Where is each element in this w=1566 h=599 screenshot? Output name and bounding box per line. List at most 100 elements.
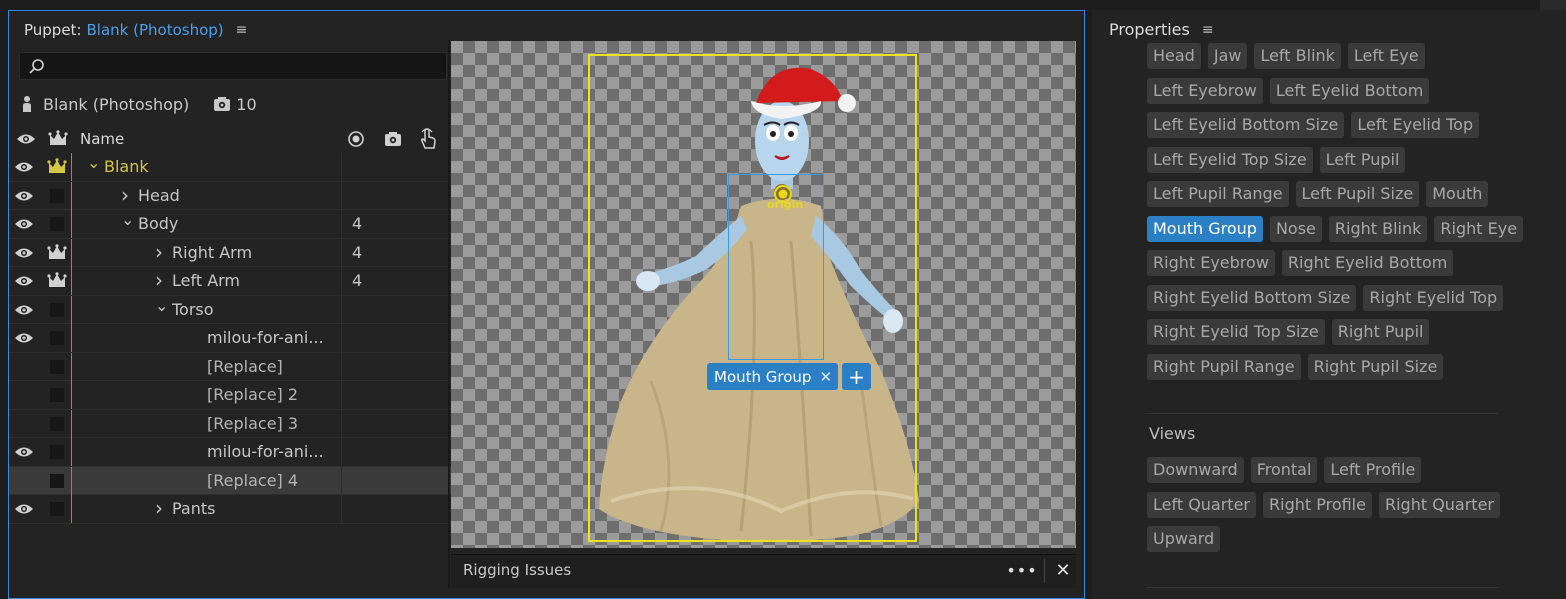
tag-left-eye[interactable]: Left Eye <box>1347 43 1425 69</box>
tag-jaw[interactable]: Jaw <box>1207 43 1248 69</box>
visibility-eye-icon[interactable] <box>11 153 37 181</box>
column-separator <box>341 495 342 523</box>
crown-icon[interactable] <box>45 267 69 295</box>
collapse-chevron-icon[interactable]: ⌄ <box>121 210 134 238</box>
visibility-toggle[interactable] <box>11 381 37 409</box>
independent-toggle[interactable] <box>45 381 69 409</box>
puppet-canvas[interactable]: origin Mouth Group ✕ + <box>451 41 1076 548</box>
visibility-toggle[interactable] <box>11 410 37 438</box>
tag-nose[interactable]: Nose <box>1269 215 1322 242</box>
tag-left-quarter[interactable]: Left Quarter <box>1147 491 1256 518</box>
tag-left-pupil-range[interactable]: Left Pupil Range <box>1147 181 1289 207</box>
layer-row[interactable]: ⌄ Blank <box>9 153 456 182</box>
independent-toggle[interactable] <box>45 182 69 210</box>
tag-frontal[interactable]: Frontal <box>1250 457 1318 483</box>
layer-row[interactable]: › Left Arm 4 <box>9 267 456 296</box>
tag-mouth[interactable]: Mouth <box>1426 181 1489 207</box>
panel-menu-icon[interactable]: ≡ <box>236 22 248 38</box>
tag-left-eyelid-bottom-size[interactable]: Left Eyelid Bottom Size <box>1147 112 1345 138</box>
tag-right-profile[interactable]: Right Profile <box>1263 491 1372 518</box>
tag-left-pupil[interactable]: Left Pupil <box>1319 146 1406 173</box>
tag-left-eyebrow[interactable]: Left Eyebrow <box>1147 77 1263 104</box>
independent-toggle[interactable] <box>45 438 69 466</box>
column-separator <box>341 210 342 238</box>
search-input[interactable] <box>50 56 430 76</box>
layer-row[interactable]: [Replace] 3 <box>9 409 456 438</box>
visibility-toggle[interactable] <box>11 353 37 381</box>
name-column-header[interactable]: Name <box>80 125 124 153</box>
tag-right-eye[interactable]: Right Eye <box>1434 215 1524 242</box>
layer-row[interactable]: milou-for-ani... <box>9 324 456 353</box>
crown-icon[interactable] <box>45 239 69 267</box>
tag-left-eyelid-top[interactable]: Left Eyelid Top <box>1351 112 1480 138</box>
layer-row[interactable]: [Replace] 2 <box>9 381 456 410</box>
layer-row[interactable]: ⌄ Body 4 <box>9 210 456 239</box>
hierarchy-line <box>71 352 72 381</box>
tag-right-eyebrow[interactable]: Right Eyebrow <box>1147 250 1275 276</box>
add-tag-button[interactable]: + <box>842 363 871 390</box>
tag-left-pupil-size[interactable]: Left Pupil Size <box>1295 181 1420 207</box>
visibility-eye-icon[interactable] <box>11 182 37 210</box>
tag-head[interactable]: Head <box>1147 43 1201 69</box>
camera-column-icon[interactable] <box>382 125 404 153</box>
eye-column-icon[interactable] <box>13 125 39 153</box>
layer-row[interactable]: milou-for-ani... <box>9 438 456 467</box>
tag-left-eyelid-bottom[interactable]: Left Eyelid Bottom <box>1269 77 1430 104</box>
layer-row[interactable]: › Right Arm 4 <box>9 238 456 267</box>
close-icon[interactable]: ✕ <box>1053 558 1073 582</box>
tag-right-pupil[interactable]: Right Pupil <box>1331 319 1430 345</box>
handle-tag-mouth-group[interactable]: Mouth Group ✕ <box>707 363 839 390</box>
visibility-eye-icon[interactable] <box>11 239 37 267</box>
independent-toggle[interactable] <box>45 410 69 438</box>
layer-row[interactable]: › Head <box>9 181 456 210</box>
layer-row[interactable]: [Replace] 4 <box>9 466 456 495</box>
independent-toggle[interactable] <box>45 324 69 352</box>
independent-toggle[interactable] <box>45 296 69 324</box>
independent-toggle[interactable] <box>45 495 69 523</box>
visibility-eye-icon[interactable] <box>11 495 37 523</box>
tag-left-eyelid-top-size[interactable]: Left Eyelid Top Size <box>1147 146 1313 173</box>
tag-right-pupil-size[interactable]: Right Pupil Size <box>1307 353 1444 380</box>
expand-chevron-icon[interactable]: › <box>155 267 163 295</box>
independent-toggle[interactable] <box>45 353 69 381</box>
panel-splitter[interactable] <box>448 40 450 588</box>
tag-downward[interactable]: Downward <box>1147 457 1244 483</box>
tag-mouth-group[interactable]: Mouth Group <box>1147 215 1263 242</box>
search-field[interactable] <box>19 52 447 80</box>
tag-left-blink[interactable]: Left Blink <box>1254 43 1341 69</box>
panel-menu-icon[interactable]: ≡ <box>1202 22 1214 38</box>
tag-right-eyelid-bottom-size[interactable]: Right Eyelid Bottom Size <box>1147 284 1357 311</box>
layer-row[interactable]: ⌄ Torso <box>9 295 456 324</box>
touch-column-icon[interactable] <box>417 125 439 153</box>
puppet-doc-name[interactable]: Blank (Photoshop) <box>87 21 224 39</box>
expand-chevron-icon[interactable]: › <box>155 495 163 523</box>
tag-right-blink[interactable]: Right Blink <box>1328 215 1428 242</box>
origin-column-icon[interactable] <box>345 125 367 153</box>
tag-right-eyelid-top-size[interactable]: Right Eyelid Top Size <box>1147 319 1325 345</box>
visibility-eye-icon[interactable] <box>11 438 37 466</box>
visibility-eye-icon[interactable] <box>11 267 37 295</box>
tag-upward[interactable]: Upward <box>1147 526 1221 552</box>
expand-chevron-icon[interactable]: › <box>121 182 129 210</box>
crown-column-icon[interactable] <box>46 125 70 153</box>
more-options-icon[interactable]: ••• <box>1006 558 1036 582</box>
rigging-issues-title[interactable]: Rigging Issues <box>463 555 571 589</box>
tag-left-profile[interactable]: Left Profile <box>1324 457 1422 483</box>
layer-row[interactable]: › Pants <box>9 495 456 524</box>
expand-chevron-icon[interactable]: › <box>155 239 163 267</box>
tag-right-eyelid-top[interactable]: Right Eyelid Top <box>1363 284 1504 311</box>
tag-right-quarter[interactable]: Right Quarter <box>1378 491 1500 518</box>
tag-right-pupil-range[interactable]: Right Pupil Range <box>1147 353 1301 380</box>
independent-toggle[interactable] <box>45 467 69 495</box>
layer-row[interactable]: [Replace] <box>9 352 456 381</box>
visibility-eye-icon[interactable] <box>11 210 37 238</box>
remove-tag-icon[interactable]: ✕ <box>819 368 832 386</box>
visibility-toggle[interactable] <box>11 467 37 495</box>
crown-icon[interactable] <box>45 153 69 181</box>
independent-toggle[interactable] <box>45 210 69 238</box>
visibility-eye-icon[interactable] <box>11 296 37 324</box>
visibility-eye-icon[interactable] <box>11 324 37 352</box>
collapse-chevron-icon[interactable]: ⌄ <box>155 296 168 324</box>
collapse-chevron-icon[interactable]: ⌄ <box>87 153 100 181</box>
tag-right-eyelid-bottom[interactable]: Right Eyelid Bottom <box>1281 250 1454 276</box>
